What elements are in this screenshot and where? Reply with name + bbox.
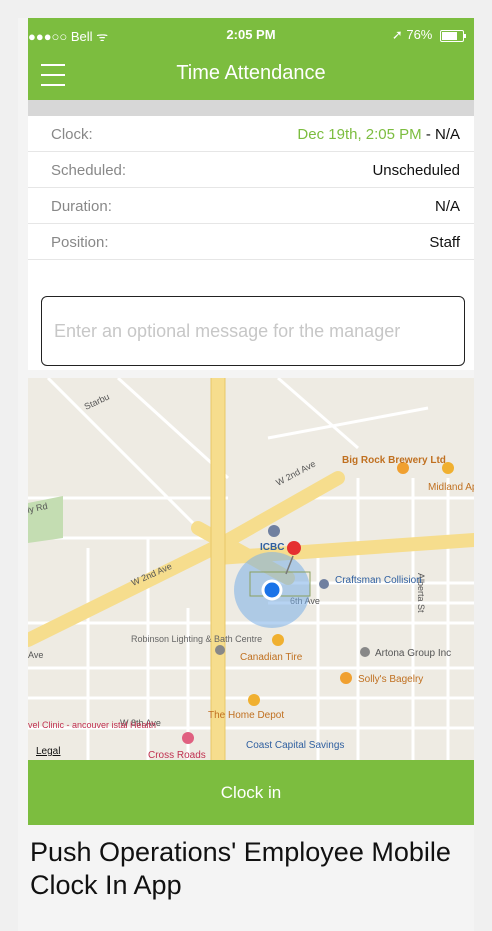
battery-fill bbox=[442, 31, 458, 40]
clock-row: Clock: Dec 19th, 2:05 PM - N/A bbox=[28, 116, 474, 152]
app-frame: ●●●○○ Bell ᯤ 2:05 PM ➚ 76% Time Attendan… bbox=[18, 18, 474, 931]
manager-message-input[interactable] bbox=[41, 296, 465, 366]
status-bar: ●●●○○ Bell ᯤ 2:05 PM ➚ 76% bbox=[28, 26, 474, 46]
location-arrow-icon: ➚ bbox=[391, 27, 403, 42]
scheduled-value: Unscheduled bbox=[372, 162, 460, 179]
duration-row: Duration: N/A bbox=[28, 188, 474, 224]
duration-value: N/A bbox=[434, 198, 460, 215]
place-artona: Artona Group Inc bbox=[375, 648, 451, 659]
location-map[interactable]: Starbu W 2nd Ave W 2nd Ave ly Rd Ave W 8… bbox=[28, 378, 474, 760]
appliance-poi-icon bbox=[442, 462, 454, 474]
place-canadian-tire: Canadian Tire bbox=[240, 652, 303, 663]
place-midland: Midland Appliance bbox=[428, 482, 474, 493]
clock-label: Clock: bbox=[51, 126, 93, 143]
street-label-ave: Ave bbox=[28, 650, 43, 660]
place-sollys: Solly's Bagelry bbox=[358, 674, 423, 685]
scheduled-row: Scheduled: Unscheduled bbox=[28, 152, 474, 188]
place-icbc: ICBC bbox=[260, 542, 284, 553]
position-row: Position: Staff bbox=[28, 224, 474, 260]
position-label: Position: bbox=[51, 234, 109, 251]
battery-icon bbox=[440, 29, 466, 42]
tire-poi-icon bbox=[272, 634, 284, 646]
battery-percent: 76% bbox=[406, 27, 433, 42]
map-legal-link[interactable]: Legal bbox=[36, 746, 60, 757]
bagel-poi-icon bbox=[340, 672, 352, 684]
attendance-details: Clock: Dec 19th, 2:05 PM - N/A Scheduled… bbox=[28, 116, 474, 260]
crossroads-poi-icon bbox=[182, 732, 194, 744]
header-divider bbox=[28, 100, 474, 116]
clock-out-value: - N/A bbox=[421, 126, 460, 143]
lighting-poi-icon bbox=[215, 645, 225, 655]
image-caption: Push Operations' Employee Mobile Clock I… bbox=[30, 837, 451, 900]
clock-time: Dec 19th, 2:05 PM bbox=[297, 126, 422, 143]
current-location-dot bbox=[261, 579, 283, 601]
place-craftsman: Craftsman Collision bbox=[335, 575, 422, 586]
message-section bbox=[28, 260, 474, 370]
icbc-poi-icon bbox=[268, 525, 280, 537]
clock-value: Dec 19th, 2:05 PM - N/A bbox=[297, 126, 460, 143]
duration-label: Duration: bbox=[51, 198, 112, 215]
app-header: ●●●○○ Bell ᯤ 2:05 PM ➚ 76% Time Attendan… bbox=[28, 18, 474, 100]
position-value: Staff bbox=[429, 234, 460, 251]
page-title: Time Attendance bbox=[176, 62, 326, 84]
artona-poi-icon bbox=[360, 647, 370, 657]
homedepot-poi-icon bbox=[248, 694, 260, 706]
map-pin-icon[interactable] bbox=[287, 541, 301, 555]
scheduled-label: Scheduled: bbox=[51, 162, 127, 179]
battery-indicator: ➚ 76% bbox=[391, 27, 466, 43]
place-coast-capital: Coast Capital Savings bbox=[246, 740, 344, 751]
collision-poi-icon bbox=[319, 579, 329, 589]
map-canvas: Starbu W 2nd Ave W 2nd Ave ly Rd Ave W 8… bbox=[28, 378, 474, 760]
place-cross-roads: Cross Roads bbox=[148, 750, 206, 760]
place-home-depot: The Home Depot bbox=[208, 710, 284, 721]
clock-in-button[interactable]: Clock in bbox=[28, 760, 474, 825]
place-big-rock: Big Rock Brewery Ltd bbox=[342, 455, 446, 466]
place-robinson: Robinson Lighting & Bath Centre bbox=[131, 634, 262, 644]
place-clinic: vel Clinic - ancouver istal Health bbox=[28, 720, 156, 730]
